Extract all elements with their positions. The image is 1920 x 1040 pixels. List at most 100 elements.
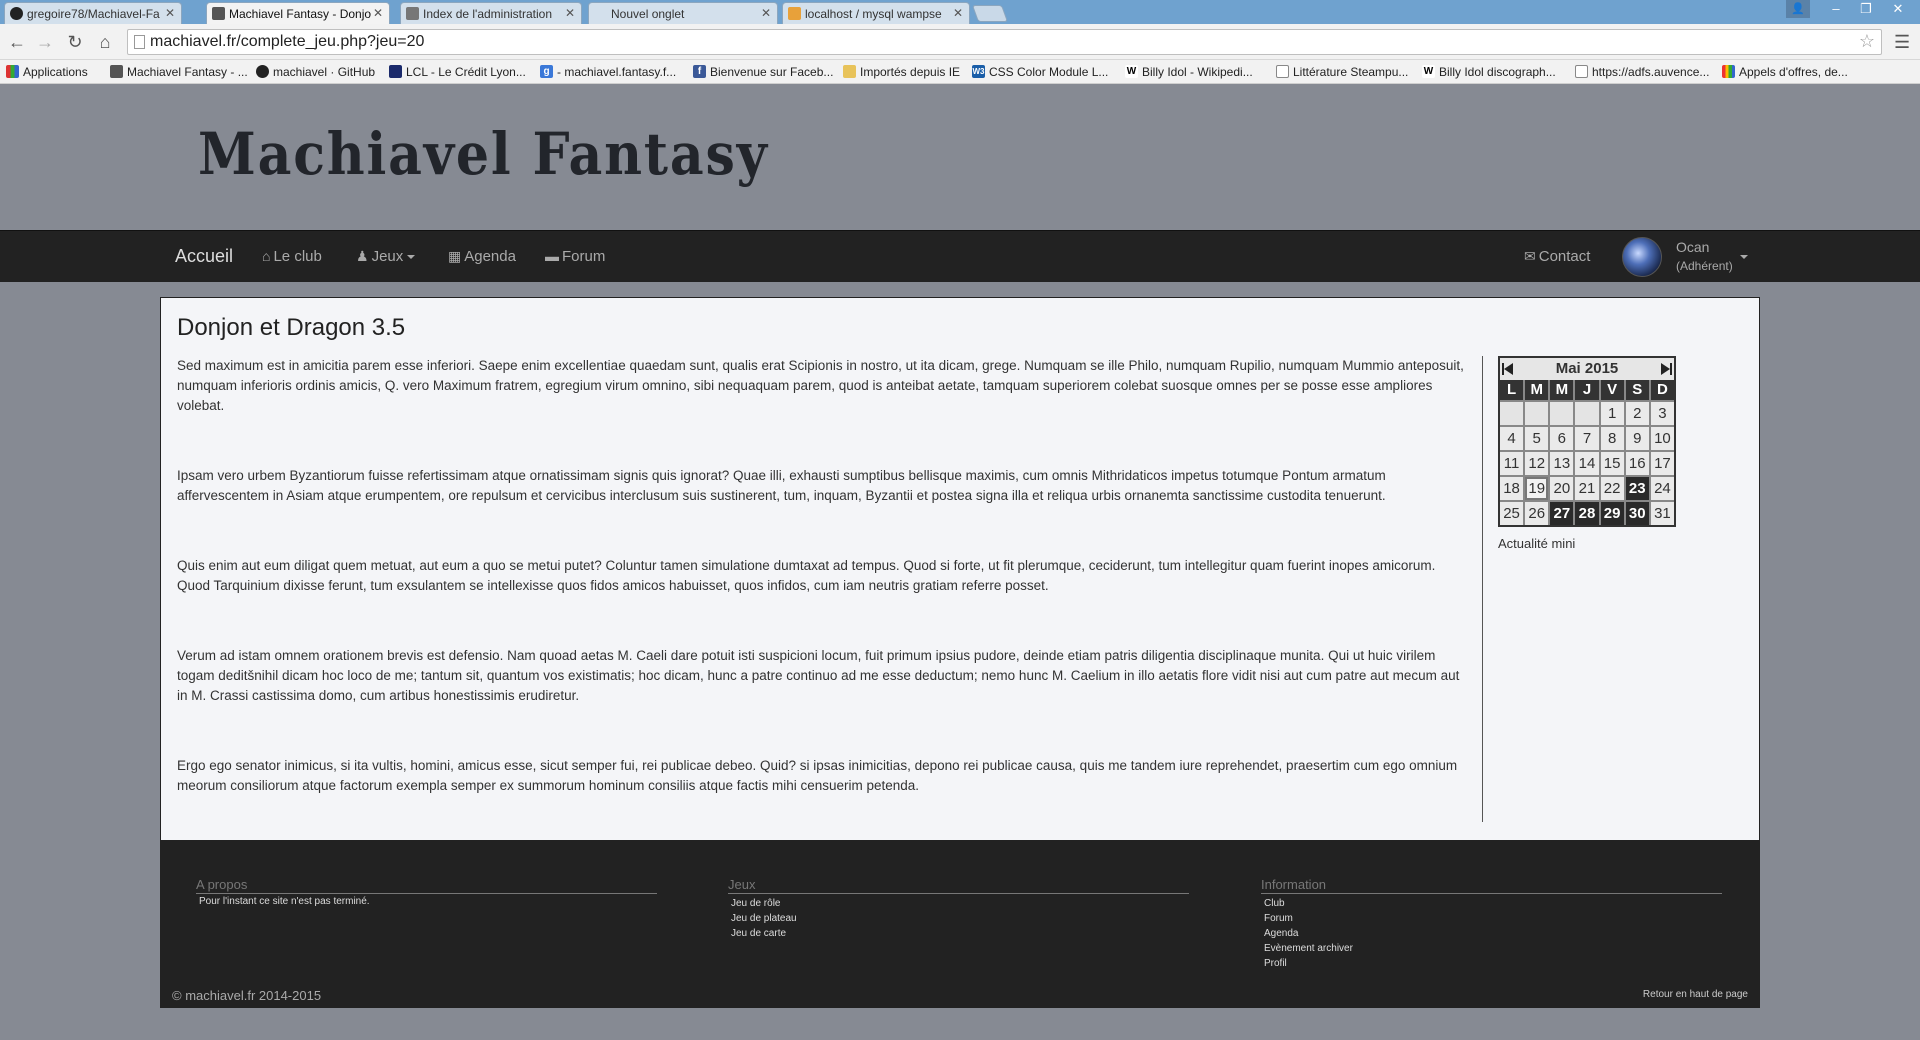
bookmark-label: Bienvenue sur Faceb...: [710, 65, 834, 79]
back-arrow-icon[interactable]: ←: [6, 31, 28, 53]
bookmark-item[interactable]: Appels d'offres, de...: [1722, 65, 1848, 79]
calendar-day: 11: [1500, 452, 1524, 475]
footer-jeux: Jeux Jeu de rôle Jeu de plateau Jeu de c…: [728, 877, 1189, 941]
bookmark-star-icon[interactable]: ☆: [1859, 31, 1875, 52]
calendar-footer-link[interactable]: Actualité mini: [1498, 536, 1575, 551]
url-input[interactable]: [150, 30, 1850, 54]
calendar-day-event[interactable]: 30: [1625, 502, 1649, 525]
description-paragraph: Verum ad istam omnem orationem brevis es…: [177, 648, 1460, 703]
bookmark-item[interactable]: g - machiavel.fantasy.f...: [540, 65, 676, 79]
nav-agenda-link[interactable]: ▦ Agenda: [448, 248, 516, 265]
calendar-day: 9: [1625, 427, 1649, 450]
bookmark-folder[interactable]: Importés depuis IE: [843, 65, 960, 79]
close-icon[interactable]: ✕: [761, 6, 771, 20]
footer-heading: A propos: [196, 877, 657, 894]
bookmark-label: - machiavel.fantasy.f...: [557, 65, 677, 79]
close-icon[interactable]: ✕: [373, 6, 383, 20]
calendar-weekday: D: [1650, 380, 1674, 400]
calendar-day: 13: [1550, 452, 1574, 475]
browser-tab[interactable]: gregoire78/Machiavel-Fa ✕: [4, 2, 182, 24]
comment-icon: ▬: [545, 248, 559, 264]
calendar-day: 20: [1550, 477, 1574, 500]
nav-forum-link[interactable]: ▬ Forum: [545, 248, 605, 265]
back-to-top-link[interactable]: Retour en haut de page: [1643, 989, 1748, 1000]
bookmark-item[interactable]: W3 CSS Color Module L...: [972, 65, 1108, 79]
close-icon[interactable]: ✕: [953, 6, 963, 20]
calendar-day: 21: [1575, 477, 1599, 500]
description-paragraph: Ergo ego senator inimicus, si ita vultis…: [177, 758, 1458, 793]
page-icon: [1575, 65, 1588, 78]
bookmark-label: Machiavel Fantasy - ...: [127, 65, 248, 79]
reload-icon[interactable]: ↻: [64, 31, 86, 53]
calendar-day: 18: [1500, 477, 1524, 500]
browser-tab-active[interactable]: Machiavel Fantasy - Donjo ✕: [206, 2, 390, 24]
main-navbar: Accueil ⌂ Le club ♟ Jeux ▦ Agenda ▬ Forum ✉ C…: [0, 230, 1920, 282]
footer-link[interactable]: Jeu de plateau: [731, 911, 1189, 926]
calendar-weekday: V: [1600, 380, 1624, 400]
bookmark-item[interactable]: https://adfs.auvence...: [1575, 65, 1709, 79]
footer-link[interactable]: Forum: [1264, 911, 1722, 926]
nav-home-link[interactable]: Accueil: [175, 246, 233, 267]
footer-link[interactable]: Jeu de carte: [731, 926, 1189, 941]
bookmark-item[interactable]: LCL - Le Crédit Lyon...: [389, 65, 526, 79]
calendar-month-label: Mai 2015: [1555, 360, 1619, 377]
nav-jeux-dropdown[interactable]: ♟ Jeux: [356, 248, 416, 265]
footer-link[interactable]: Agenda: [1264, 926, 1722, 941]
calendar-day-event[interactable]: 27: [1550, 502, 1574, 525]
nav-club-link[interactable]: ⌂ Le club: [262, 248, 322, 265]
footer-link[interactable]: Evènement archiver: [1264, 941, 1722, 956]
nav-label: Jeux: [371, 248, 404, 265]
footer-link[interactable]: Club: [1264, 896, 1722, 911]
user-avatar[interactable]: [1622, 237, 1662, 277]
home-icon[interactable]: ⌂: [94, 31, 116, 53]
calendar-day: 12: [1525, 452, 1549, 475]
next-month-icon[interactable]: [1661, 363, 1670, 375]
caret-down-icon: [407, 255, 416, 260]
bookmark-item[interactable]: W Billy Idol - Wikipedi...: [1125, 65, 1253, 79]
user-name[interactable]: Ocan: [1676, 239, 1709, 255]
bookmark-item[interactable]: Littérature Steampu...: [1276, 65, 1408, 79]
bookmark-item[interactable]: machiavel · GitHub: [256, 65, 375, 79]
bookmark-item[interactable]: Machiavel Fantasy - ...: [110, 65, 248, 79]
copyright: © machiavel.fr 2014-2015: [172, 988, 322, 1003]
footer-link[interactable]: Profil: [1264, 956, 1722, 971]
restore-icon[interactable]: ❐: [1852, 0, 1880, 20]
site-favicon-icon: [212, 7, 225, 20]
close-icon[interactable]: ✕: [165, 6, 175, 20]
browser-tab[interactable]: localhost / mysql wampse ✕: [782, 2, 970, 24]
minimize-icon[interactable]: –: [1822, 0, 1850, 20]
new-tab-button[interactable]: [971, 5, 1009, 22]
browser-tab[interactable]: Index de l'administration ✕: [400, 2, 582, 24]
calendar-day: 31: [1650, 502, 1674, 525]
calendar-day: 3: [1650, 402, 1674, 425]
menu-icon[interactable]: ☰: [1894, 32, 1910, 53]
tab-title: localhost / mysql wampse: [805, 7, 942, 21]
bookmark-item[interactable]: W Billy Idol discograph...: [1422, 65, 1556, 79]
bookmark-label: Billy Idol - Wikipedi...: [1142, 65, 1253, 79]
footer-link[interactable]: Jeu de rôle: [731, 896, 1189, 911]
footer-information: Information Club Forum Agenda Evènement …: [1261, 877, 1722, 971]
bookmark-label: Importés depuis IE: [860, 65, 961, 79]
user-icon: ♟: [356, 248, 369, 264]
close-window-icon[interactable]: ✕: [1884, 0, 1912, 20]
close-icon[interactable]: ✕: [565, 6, 575, 20]
calendar-weekday: M: [1525, 380, 1549, 400]
calendar-day-event[interactable]: 23: [1625, 477, 1649, 500]
site-logo[interactable]: Machiavel Fantasy: [198, 120, 769, 188]
nav-contact-link[interactable]: ✉ Contact: [1524, 248, 1590, 265]
bookmark-item[interactable]: f Bienvenue sur Faceb...: [693, 65, 833, 79]
calendar-weekday: S: [1625, 380, 1649, 400]
address-bar[interactable]: ☆: [127, 29, 1882, 55]
user-menu-caret-icon[interactable]: [1740, 255, 1748, 259]
calendar-weekday: J: [1575, 380, 1599, 400]
calendar-day-event[interactable]: 28: [1575, 502, 1599, 525]
calendar-empty-cell: [1550, 402, 1574, 425]
prev-month-icon[interactable]: [1504, 363, 1513, 375]
calendar-day-event[interactable]: 29: [1600, 502, 1624, 525]
page-icon: [134, 35, 145, 49]
forward-arrow-icon[interactable]: →: [34, 31, 56, 53]
calendar-day: 22: [1600, 477, 1624, 500]
profile-icon[interactable]: 👤: [1786, 0, 1810, 18]
browser-tab[interactable]: Nouvel onglet ✕: [588, 2, 778, 24]
bookmark-apps[interactable]: Applications: [6, 65, 88, 79]
